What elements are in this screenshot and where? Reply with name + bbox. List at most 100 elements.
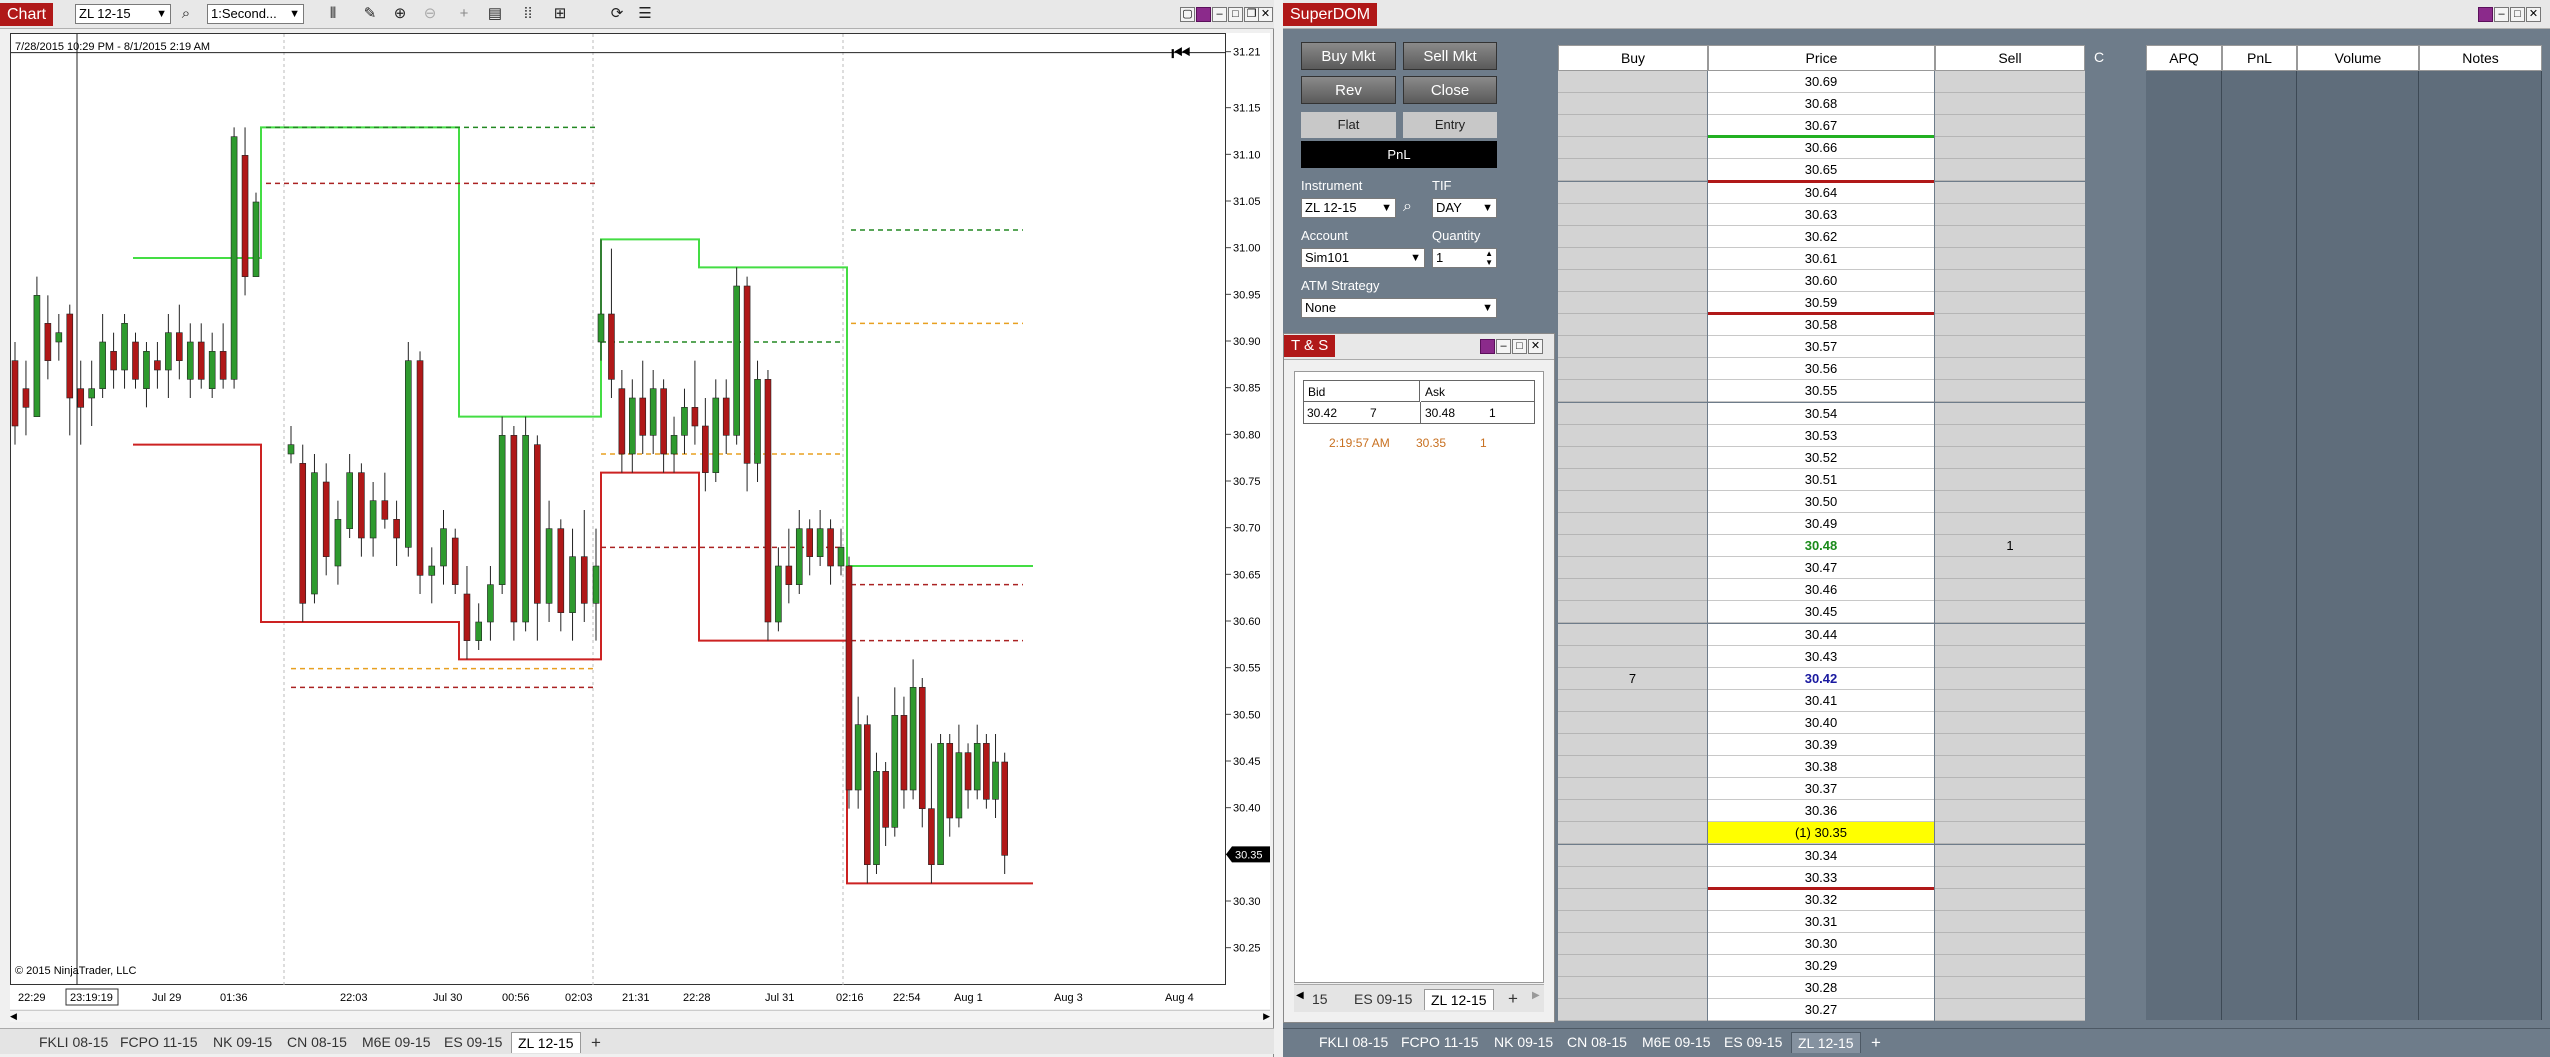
tab-cn[interactable]: CN 08-15 xyxy=(281,1032,353,1053)
ladder-sell-cell[interactable] xyxy=(1935,137,2085,160)
ladder-buy-cell[interactable] xyxy=(1558,844,1707,867)
ladder-buy-cell[interactable] xyxy=(1558,424,1707,447)
ladder-buy-cell[interactable] xyxy=(1558,866,1707,889)
ladder-sell-cell[interactable] xyxy=(1935,844,2085,867)
ladder-sell-cell[interactable] xyxy=(1935,292,2085,314)
instrument-select[interactable]: ZL 12-15 ▼ xyxy=(75,4,171,24)
ladder-sell-cell[interactable] xyxy=(1935,380,2085,403)
ladder-buy-cell[interactable] xyxy=(1558,203,1707,226)
ladder-buy-cell[interactable] xyxy=(1558,535,1707,558)
window-scroll-icon[interactable]: ▢ xyxy=(1180,7,1195,22)
sell-market-button[interactable]: Sell Mkt xyxy=(1403,42,1497,70)
ladder-row[interactable]: 30.62 xyxy=(1558,225,2085,248)
ladder-sell-cell[interactable] xyxy=(1935,203,2085,226)
ladder-buy-cell[interactable] xyxy=(1558,468,1707,491)
ladder-sell-cell[interactable] xyxy=(1935,93,2085,116)
tab-fkli[interactable]: FKLI 08-15 xyxy=(33,1032,114,1053)
ladder-row[interactable]: 30.68 xyxy=(1558,93,2085,116)
ladder-buy-cell[interactable] xyxy=(1558,269,1707,292)
ladder-buy-cell[interactable] xyxy=(1558,292,1707,314)
ladder-buy-cell[interactable] xyxy=(1558,402,1707,425)
ladder-row[interactable]: 30.32 xyxy=(1558,888,2085,911)
ladder-sell-cell[interactable] xyxy=(1935,888,2085,911)
ladder-row[interactable]: (1) 30.35 xyxy=(1558,822,2085,845)
dom-add-tab-button[interactable]: + xyxy=(1865,1032,1887,1053)
ladder-row[interactable]: 30.58 xyxy=(1558,314,2085,337)
ts-tab-zl[interactable]: ZL 12-15 xyxy=(1424,989,1494,1010)
ladder-row[interactable]: 30.53 xyxy=(1558,424,2085,447)
maximize-icon[interactable]: □ xyxy=(1228,7,1243,22)
ladder-sell-cell[interactable] xyxy=(1935,756,2085,779)
ladder-buy-cell[interactable] xyxy=(1558,446,1707,469)
ladder-buy-cell[interactable] xyxy=(1558,314,1707,337)
ladder-sell-cell[interactable]: 1 xyxy=(1935,535,2085,558)
ladder-buy-cell[interactable] xyxy=(1558,579,1707,602)
ladder-row[interactable]: 30.48 1 xyxy=(1558,535,2085,558)
ladder-buy-cell[interactable] xyxy=(1558,336,1707,359)
ladder-row[interactable]: 30.27 xyxy=(1558,999,2085,1022)
zoom-out-icon[interactable]: ⊖ xyxy=(420,4,440,24)
dom-tab-m6e[interactable]: M6E 09-15 xyxy=(1636,1032,1716,1053)
ladder-buy-cell[interactable] xyxy=(1558,822,1707,845)
interval-select[interactable]: 1:Second... ▼ xyxy=(207,4,304,24)
ladder-row[interactable]: 30.39 xyxy=(1558,734,2085,756)
ladder-buy-cell[interactable] xyxy=(1558,513,1707,535)
buy-market-button[interactable]: Buy Mkt xyxy=(1301,42,1396,70)
ladder-buy-cell[interactable] xyxy=(1558,734,1707,756)
strategy-icon[interactable]: ⊞ xyxy=(550,4,570,24)
ladder-row[interactable]: 30.55 xyxy=(1558,380,2085,403)
ladder-row[interactable]: 30.28 xyxy=(1558,977,2085,1000)
indicator-icon[interactable]: ⁞⁞ xyxy=(518,4,538,24)
ladder-buy-cell[interactable] xyxy=(1558,645,1707,668)
dom-tab-fkli[interactable]: FKLI 08-15 xyxy=(1313,1032,1394,1053)
ladder-row[interactable]: 30.30 xyxy=(1558,932,2085,955)
ladder-sell-cell[interactable] xyxy=(1935,645,2085,668)
ladder-row[interactable]: 30.36 xyxy=(1558,800,2085,823)
ladder-buy-cell[interactable] xyxy=(1558,888,1707,911)
ladder-row[interactable]: 30.29 xyxy=(1558,955,2085,977)
ladder-buy-cell[interactable] xyxy=(1558,623,1707,646)
ladder-row[interactable]: 30.69 xyxy=(1558,71,2085,93)
ladder-buy-cell[interactable] xyxy=(1558,247,1707,270)
chart-plot-area[interactable]: ⏮ 7/28/2015 10:29 PM - 8/1/2015 2:19 AM … xyxy=(10,33,1227,986)
price-axis[interactable]: 31.21 31.15 31.10 31.05 31.00 30.95 30.90 30.85… xyxy=(1226,33,1270,985)
dom-tab-cn[interactable]: CN 08-15 xyxy=(1561,1032,1633,1053)
ladder-sell-cell[interactable] xyxy=(1935,490,2085,513)
ladder-sell-cell[interactable] xyxy=(1935,314,2085,337)
ladder-sell-cell[interactable] xyxy=(1935,336,2085,359)
ladder-buy-cell[interactable] xyxy=(1558,932,1707,955)
ladder-sell-cell[interactable] xyxy=(1935,115,2085,138)
ladder-row[interactable]: 30.49 xyxy=(1558,513,2085,535)
tab-fcpo[interactable]: FCPO 11-15 xyxy=(114,1032,204,1053)
ts-scroll-left-icon[interactable]: ◀ xyxy=(1296,990,1304,1001)
ladder-row[interactable]: 30.65 xyxy=(1558,159,2085,182)
ladder-buy-cell[interactable] xyxy=(1558,800,1707,823)
ladder-buy-cell[interactable] xyxy=(1558,490,1707,513)
close-icon[interactable]: ✕ xyxy=(1528,339,1543,354)
close-position-button[interactable]: Close xyxy=(1403,76,1497,104)
list-icon[interactable]: ☰ xyxy=(635,4,655,24)
ladder-buy-cell[interactable] xyxy=(1558,225,1707,248)
ladder-sell-cell[interactable] xyxy=(1935,446,2085,469)
ladder-buy-cell[interactable]: 7 xyxy=(1558,667,1707,690)
crosshair-icon[interactable]: + xyxy=(454,4,474,24)
ladder-row[interactable]: 30.41 xyxy=(1558,689,2085,712)
reverse-button[interactable]: Rev xyxy=(1301,76,1396,104)
tab-es[interactable]: ES 09-15 xyxy=(438,1032,508,1053)
tab-m6e[interactable]: M6E 09-15 xyxy=(356,1032,436,1053)
quantity-stepper[interactable]: 1 ▲ ▼ xyxy=(1432,248,1497,268)
close-icon[interactable]: ✕ xyxy=(2526,7,2541,22)
ladder-sell-cell[interactable] xyxy=(1935,822,2085,845)
ladder-buy-cell[interactable] xyxy=(1558,115,1707,138)
stepper-icon[interactable]: ▲ ▼ xyxy=(1485,249,1493,267)
tab-nk[interactable]: NK 09-15 xyxy=(207,1032,278,1053)
ladder-row[interactable]: 30.51 xyxy=(1558,468,2085,491)
ts-add-tab-button[interactable]: + xyxy=(1502,988,1524,1009)
ladder-row[interactable]: 30.45 xyxy=(1558,601,2085,624)
dom-tab-es[interactable]: ES 09-15 xyxy=(1718,1032,1788,1053)
ladder-sell-cell[interactable] xyxy=(1935,513,2085,535)
ladder-buy-cell[interactable] xyxy=(1558,181,1707,204)
ladder-row[interactable]: 30.54 xyxy=(1558,402,2085,425)
link-color-icon[interactable] xyxy=(2478,7,2493,22)
ladder-row[interactable]: 30.56 xyxy=(1558,358,2085,381)
